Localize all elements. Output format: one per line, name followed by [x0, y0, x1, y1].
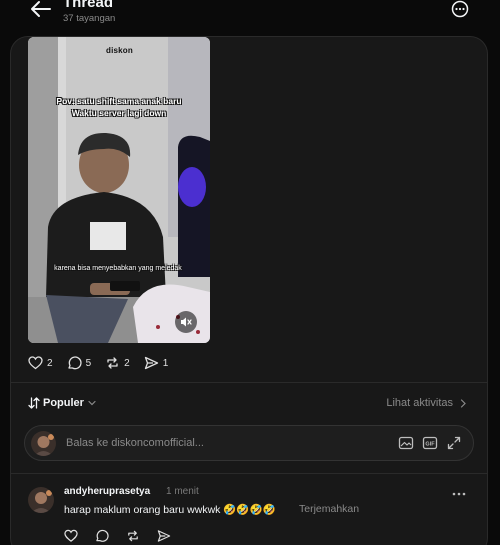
send-icon [157, 530, 171, 542]
thread-card: diskon Pov: satu shift sama anak baru Wa… [10, 36, 488, 545]
gif-icon: GIF [422, 436, 438, 450]
muted-speaker-icon [181, 317, 192, 327]
repost-icon [107, 357, 118, 369]
mute-button[interactable] [175, 311, 197, 333]
send-icon [144, 356, 158, 370]
more-options-button[interactable] [451, 0, 469, 18]
gif-button[interactable]: GIF [422, 435, 438, 451]
avatar [31, 431, 56, 456]
image-icon [398, 436, 414, 450]
chevron-right-icon [460, 398, 466, 408]
brand-watermark: diskon [106, 46, 133, 55]
heart-icon [64, 529, 78, 542]
like-button[interactable]: 2 [28, 356, 53, 370]
repost-icon [128, 530, 138, 542]
divider [11, 473, 487, 474]
video-caption-line-2: Waktu server lagi down [71, 108, 167, 118]
back-button[interactable] [30, 0, 52, 18]
more-horizontal-icon [452, 492, 466, 496]
comment-more-button[interactable] [451, 486, 467, 496]
divider [11, 382, 487, 383]
arrow-left-icon [31, 1, 51, 17]
comment-button[interactable]: 5 [67, 356, 92, 370]
comment-like-button[interactable] [64, 529, 78, 543]
comment-icon [67, 356, 82, 370]
sort-arrows-icon [28, 397, 40, 409]
top-bar: Thread 37 tayangan [0, 0, 500, 30]
comment-text: harap maklum orang baru wwkwk 🤣🤣🤣🤣 [64, 504, 276, 516]
sort-dropdown[interactable]: Populer [28, 397, 96, 409]
expand-icon [447, 436, 461, 450]
more-circle-icon [451, 0, 469, 18]
share-button[interactable]: 1 [144, 356, 169, 370]
reply-composer[interactable]: Balas ke diskoncomofficial... GIF [24, 425, 474, 461]
post-actions: 2 5 2 1 [28, 353, 182, 373]
comment-count: 5 [85, 357, 92, 369]
repost-button[interactable]: 2 [105, 356, 130, 370]
view-count: 37 tayangan [63, 13, 116, 24]
comment-actions [64, 529, 188, 543]
sort-label: Populer [43, 397, 84, 409]
video-caption-line-1: Pov: satu shift sama anak baru [56, 96, 182, 106]
chevron-down-icon [88, 400, 96, 406]
comment-repost-button[interactable] [126, 529, 140, 543]
comment-icon [96, 529, 109, 542]
activity-label: Lihat aktivitas [386, 397, 453, 409]
post-video[interactable]: diskon Pov: satu shift sama anak baru Wa… [28, 37, 210, 343]
comment-share-button[interactable] [157, 529, 171, 543]
expand-button[interactable] [446, 435, 462, 451]
svg-text:GIF: GIF [425, 442, 435, 448]
reply-input[interactable]: Balas ke diskoncomofficial... [66, 437, 204, 449]
comment-timestamp: 1 menit [166, 486, 199, 497]
video-subtitle: karena bisa menyebabkan yang meledak [54, 265, 182, 272]
page-title: Thread [63, 0, 114, 11]
translate-link[interactable]: Terjemahkan [299, 503, 359, 515]
like-count: 2 [47, 357, 53, 369]
share-count: 1 [162, 357, 169, 369]
comment-username[interactable]: andyheruprasetya [64, 486, 150, 497]
attach-image-button[interactable] [398, 435, 414, 451]
comment-reply-button[interactable] [95, 529, 109, 543]
view-activity-link[interactable]: Lihat aktivitas [386, 397, 467, 409]
commenter-avatar[interactable] [28, 487, 54, 513]
heart-icon [28, 356, 43, 370]
repost-count: 2 [124, 357, 130, 369]
video-frame [28, 37, 210, 343]
